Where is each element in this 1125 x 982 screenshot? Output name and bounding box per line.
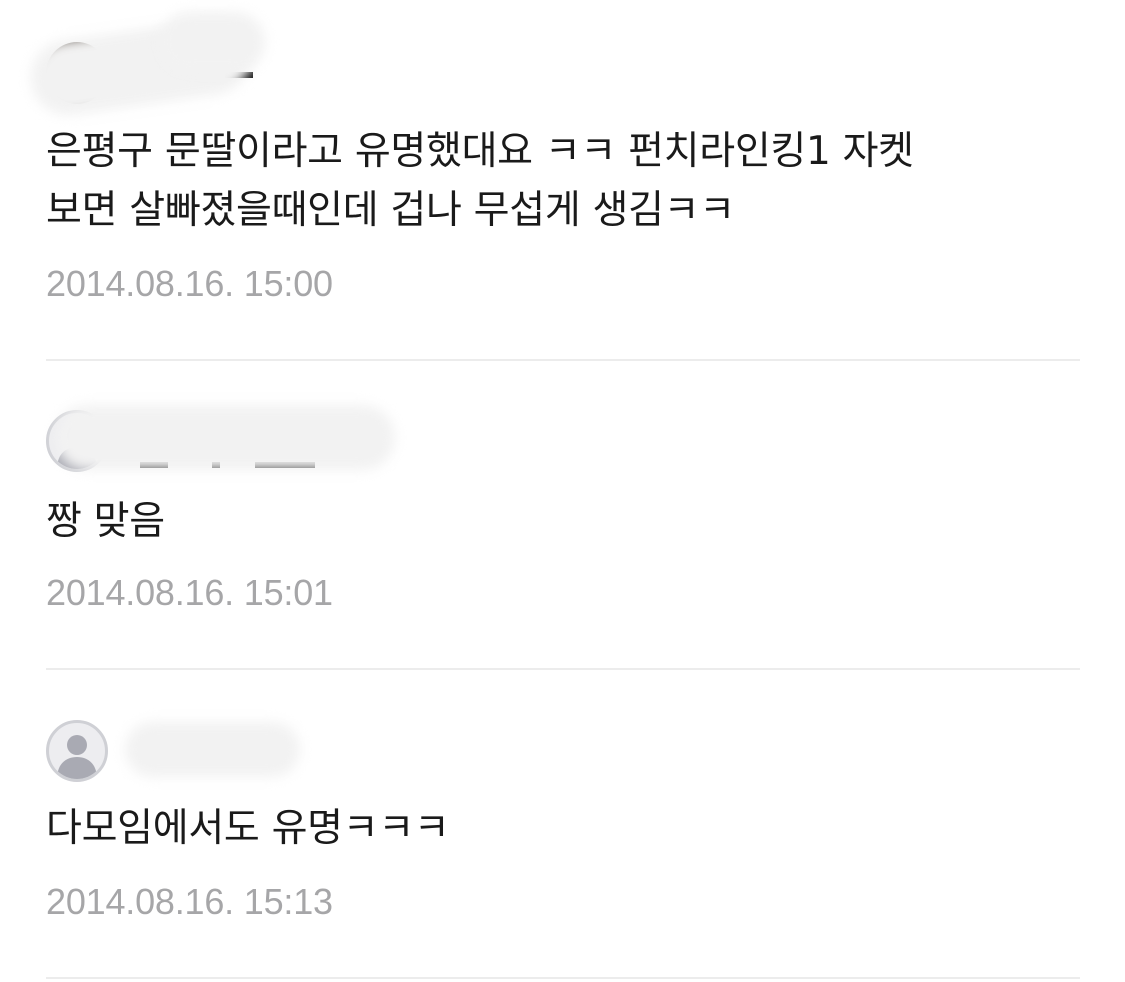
comment-text: 은평구 문딸이라고 유명했대요 ㅋㅋ 펀치라인킹1 자켓 보면 살빠졌을때인데 … — [46, 122, 1086, 240]
comment-text-line: 보면 살빠졌을때인데 겁나 무섭게 생김ㅋㅋ — [46, 188, 735, 233]
comment-divider — [46, 668, 1080, 670]
comment-text: 짱 맞음 — [46, 492, 1086, 551]
comment-text: 다모임에서도 유명ㅋㅋㅋ — [46, 799, 1086, 858]
comment-text-line: 다모임에서도 유명ㅋㅋㅋ — [46, 806, 450, 851]
nickname-redaction — [160, 12, 265, 72]
nickname-redaction — [55, 405, 395, 470]
comment-divider — [46, 977, 1080, 979]
comment-timestamp: 2014.08.16. 15:01 — [46, 572, 333, 613]
comment-divider — [46, 359, 1080, 361]
default-user-icon — [57, 735, 97, 779]
comment-timestamp: 2014.08.16. 15:00 — [46, 263, 333, 304]
comment-timestamp: 2014.08.16. 15:13 — [46, 881, 333, 922]
avatar[interactable] — [46, 720, 108, 782]
nickname-redaction — [125, 722, 300, 777]
comment-text-line: 은평구 문딸이라고 유명했대요 ㅋㅋ 펀치라인킹1 자켓 — [46, 129, 914, 174]
comment-text-line: 짱 맞음 — [46, 499, 165, 544]
